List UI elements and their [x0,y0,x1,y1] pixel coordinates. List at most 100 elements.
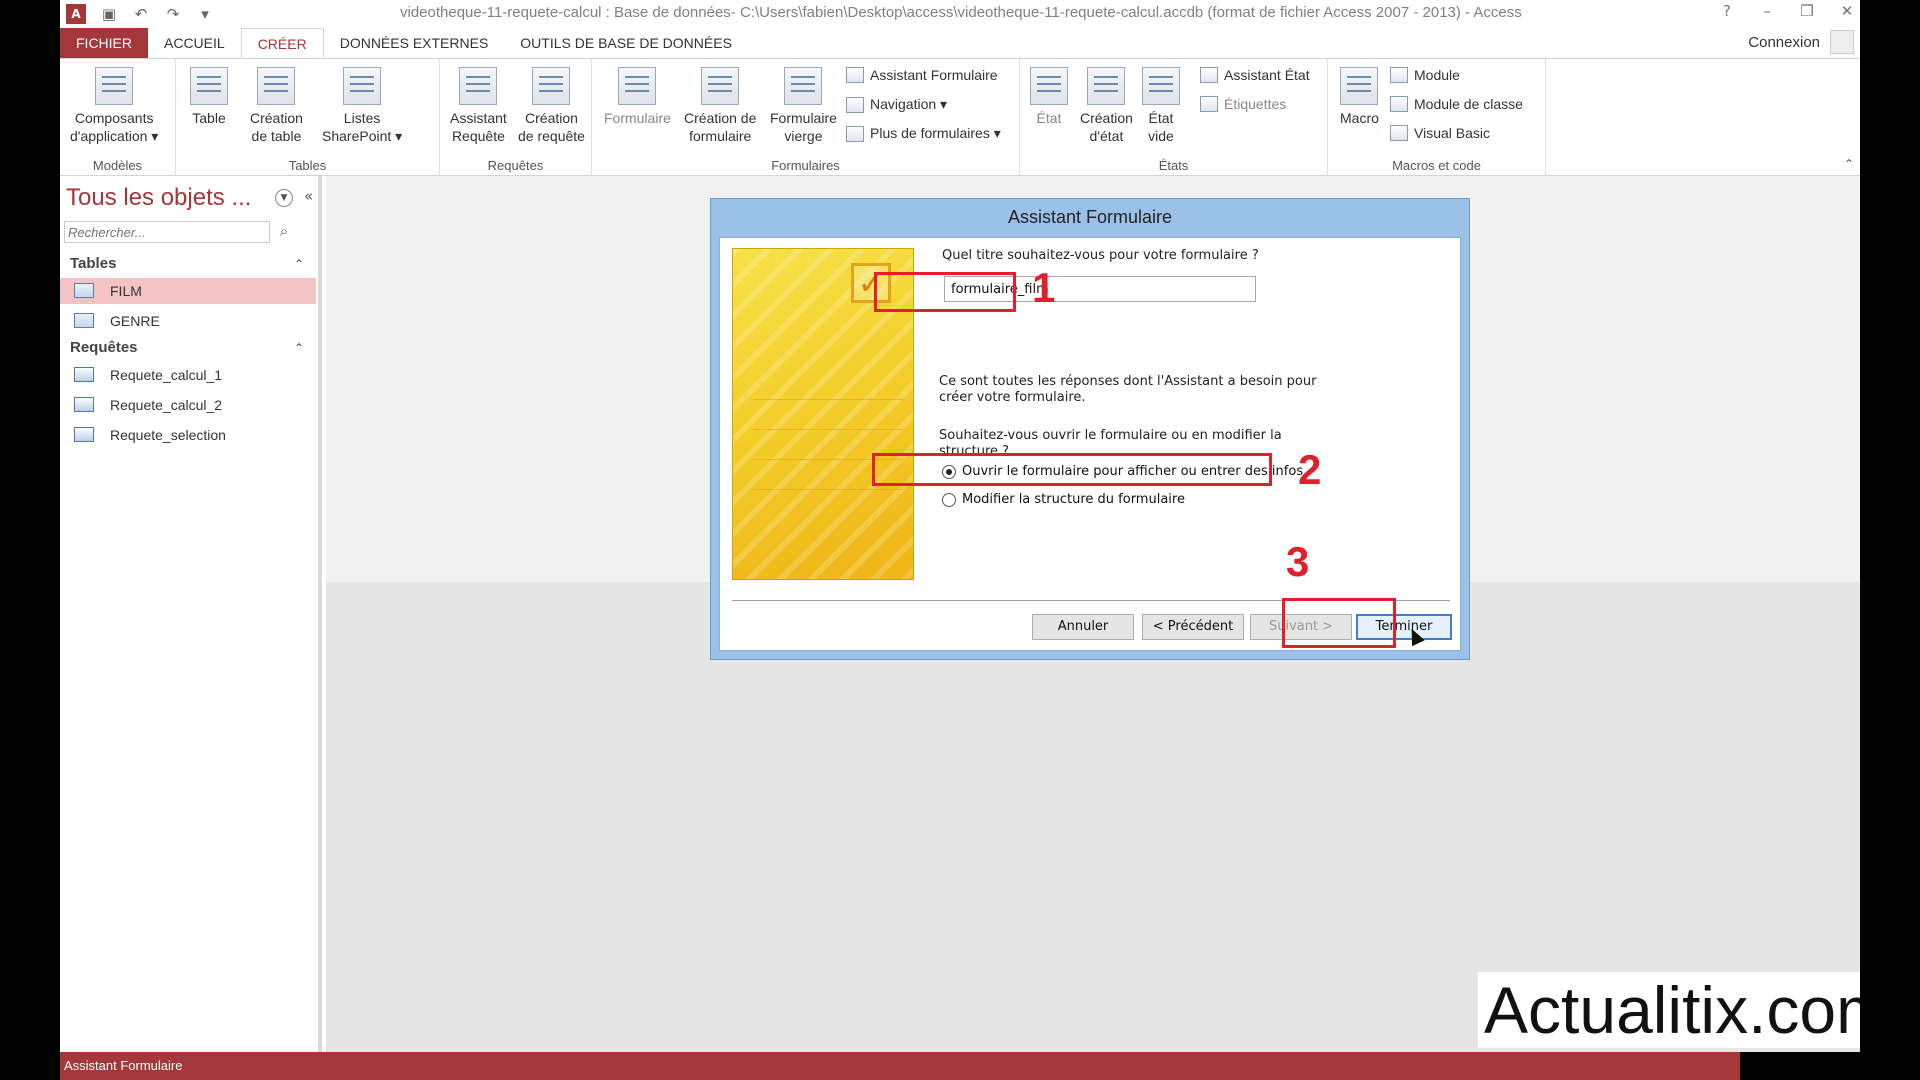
user-avatar-icon[interactable] [1830,30,1854,54]
chevron-up-icon: ⌃ [293,257,304,271]
module-icon [1390,67,1408,83]
nav-section-tables[interactable]: Tables ⌃ [60,252,316,276]
report-design-icon [1087,67,1126,105]
etat-vide-button[interactable]: État vide [1142,67,1180,145]
formulaire-vierge-button[interactable]: Formulaire vierge [770,67,837,145]
redo-icon[interactable]: ↷ [164,5,182,23]
query-wizard-icon [459,67,498,105]
group-tables: Table Création de table Listes SharePoin… [176,59,440,177]
report-wizard-icon [1200,67,1218,83]
status-text: Assistant Formulaire [64,1058,183,1073]
watermark-text: Actualitix.com [1478,972,1860,1048]
group-label-formulaires: Formulaires [771,158,840,173]
chevron-up-icon: ⌃ [293,341,304,355]
group-macros: Macro Module Module de classe Visual Bas… [1328,59,1546,177]
tab-fichier[interactable]: FICHIER [60,28,148,58]
listes-sharepoint-button[interactable]: Listes SharePoint ▾ [322,67,402,145]
nav-item-requete-selection[interactable]: Requete_selection [60,422,316,448]
undo-icon[interactable]: ↶ [132,5,150,23]
class-module-icon [1390,96,1408,112]
previous-button[interactable]: < Précédent [1142,614,1244,640]
visual-basic-button[interactable]: Visual Basic [1390,125,1490,141]
blank-form-icon [784,67,823,105]
tab-outils-bdd[interactable]: OUTILS DE BASE DE DONNÉES [504,28,748,58]
table-design-icon [257,67,296,105]
formulaire-button[interactable]: Formulaire [604,67,671,127]
chevron-down-icon[interactable]: ▼ [275,189,293,207]
radio-unselected-icon[interactable] [942,492,956,507]
nav-item-requete-calcul-2[interactable]: Requete_calcul_2 [60,392,316,418]
form-wizard-icon [846,67,864,83]
assistant-requete-button[interactable]: Assistant Requête [450,67,507,145]
creation-table-button[interactable]: Création de table [250,67,303,145]
close-icon[interactable]: ✕ [1838,2,1856,20]
macro-button[interactable]: Macro [1340,67,1379,127]
annotation-number-2: 2 [1298,446,1322,493]
visual-basic-icon [1390,125,1408,141]
dialog-title: Assistant Formulaire [1007,207,1173,227]
group-label-tables: Tables [288,158,327,173]
module-classe-button[interactable]: Module de classe [1390,96,1523,112]
group-requetes: Assistant Requête Création de requête Re… [440,59,592,177]
group-etats: État Création d'état État vide Assistant… [1020,59,1328,177]
sign-in-link[interactable]: Connexion [1748,34,1820,51]
status-bar-end [1740,1052,1860,1080]
cancel-button[interactable]: Annuler [1032,614,1134,640]
title-question-label: Quel titre souhaitez-vous pour votre for… [942,248,1259,263]
assistant-etat-button[interactable]: Assistant État [1200,67,1310,83]
creation-requete-button[interactable]: Création de requête [518,67,585,145]
tab-accueil[interactable]: ACCUEIL [148,28,241,58]
query-icon [74,427,94,442]
window-controls: ? – ❐ ✕ [1718,2,1856,20]
tab-donnees-externes[interactable]: DONNÉES EXTERNES [324,28,505,58]
group-label-requetes: Requêtes [487,158,544,173]
group-label-modeles: Modèles [92,158,143,173]
group-modeles: Composants d'application ▾ Modèles [60,59,176,177]
status-bar: Assistant Formulaire [60,1052,1860,1080]
dialog-body: ✓ Quel titre souhaitez-vous pour votre f… [719,237,1461,651]
composants-button[interactable]: Composants d'application ▾ [70,67,158,145]
annotation-box-1 [874,272,1016,312]
tab-creer[interactable]: CRÉER [240,28,324,58]
more-forms-icon [846,125,864,142]
nav-item-film[interactable]: FILM [60,278,316,304]
plus-formulaires-button[interactable]: Plus de formulaires ▾ [846,125,1001,142]
nav-item-requete-calcul-1[interactable]: Requete_calcul_1 [60,362,316,388]
search-icon[interactable]: ⌕ [274,222,294,242]
group-label-macros: Macros et code [1392,158,1481,173]
query-icon [74,397,94,412]
module-button[interactable]: Module [1390,67,1460,83]
nav-search-input[interactable] [64,221,270,243]
minimize-icon[interactable]: – [1758,2,1776,20]
collapse-pane-icon[interactable]: « [304,187,313,205]
macro-icon [1340,67,1379,105]
navigation-pane: Tous les objets ... ▼ « ⌕ Tables ⌃ FILM … [60,176,322,1052]
creation-formulaire-button[interactable]: Création de formulaire [684,67,756,145]
nav-section-requetes[interactable]: Requêtes ⌃ [60,336,316,360]
nav-pane-title[interactable]: Tous les objets ... [66,184,251,212]
form-wizard-dialog: Assistant Formulaire ✓ Quel titre souhai… [710,198,1470,660]
etiquettes-button[interactable]: Étiquettes [1200,96,1286,112]
window-title: videotheque-11-requete-calcul : Base de … [400,4,1522,21]
title-bar: A ▣ ↶ ↷ ▾ videotheque-11-requete-calcul … [60,0,1860,28]
annotation-box-2 [872,453,1272,486]
etat-button[interactable]: État [1030,67,1068,127]
assistant-formulaire-button[interactable]: Assistant Formulaire [846,67,998,83]
option-modify-structure[interactable]: Modifier la structure du formulaire [942,492,1185,507]
blank-report-icon [1142,67,1180,105]
nav-item-genre[interactable]: GENRE [60,308,316,334]
navigation-button[interactable]: Navigation ▾ [846,96,947,113]
annotation-number-3: 3 [1286,538,1310,585]
annotation-box-3 [1282,598,1396,648]
table-icon [74,313,94,328]
creation-etat-button[interactable]: Création d'état [1080,67,1133,145]
table-button[interactable]: Table [190,67,228,127]
restore-icon[interactable]: ❐ [1798,2,1816,20]
composants-icon [95,67,134,105]
help-icon[interactable]: ? [1718,2,1736,20]
customize-toolbar-icon[interactable]: ▾ [196,5,214,23]
labels-icon [1200,96,1218,112]
save-icon[interactable]: ▣ [100,5,118,23]
access-window: A ▣ ↶ ↷ ▾ videotheque-11-requete-calcul … [60,0,1860,1080]
collapse-ribbon-icon[interactable]: ⌃ [1844,157,1854,171]
